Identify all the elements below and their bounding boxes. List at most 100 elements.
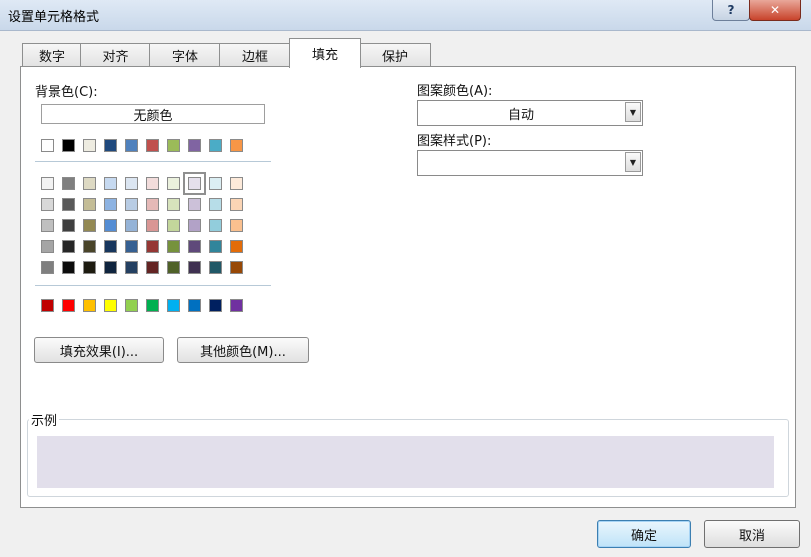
color-swatch[interactable] xyxy=(167,139,180,152)
color-swatch[interactable] xyxy=(125,198,138,211)
swatch-row xyxy=(41,261,251,274)
color-swatch[interactable] xyxy=(188,139,201,152)
help-icon: ? xyxy=(727,3,735,17)
color-swatch[interactable] xyxy=(41,219,54,232)
color-swatch[interactable] xyxy=(41,139,54,152)
color-swatch[interactable] xyxy=(41,299,54,312)
color-swatch[interactable] xyxy=(209,299,222,312)
color-swatch[interactable] xyxy=(146,261,159,274)
color-swatch[interactable] xyxy=(146,240,159,253)
pattern-color-select[interactable]: 自动 ▼ xyxy=(417,100,643,126)
close-icon: ✕ xyxy=(769,3,781,17)
fill-panel: 背景色(C): 无颜色 填充效果(I)... 其他颜色(M)... 图案颜色(A… xyxy=(20,66,796,508)
color-swatch[interactable] xyxy=(83,299,96,312)
pattern-style-select[interactable]: ▼ xyxy=(417,150,643,176)
color-swatch[interactable] xyxy=(167,219,180,232)
swatch-row xyxy=(41,219,251,232)
color-swatch[interactable] xyxy=(62,299,75,312)
color-swatch[interactable] xyxy=(104,240,117,253)
color-swatch[interactable] xyxy=(83,261,96,274)
color-swatch[interactable] xyxy=(104,299,117,312)
color-swatch[interactable] xyxy=(125,139,138,152)
color-swatch[interactable] xyxy=(104,177,117,190)
color-swatch[interactable] xyxy=(188,240,201,253)
no-color-button[interactable]: 无颜色 xyxy=(41,104,265,124)
tab-border[interactable]: 边框 xyxy=(219,43,291,67)
help-button[interactable]: ? xyxy=(712,0,750,21)
color-swatch[interactable] xyxy=(146,177,159,190)
color-swatch[interactable] xyxy=(209,177,222,190)
color-swatch[interactable] xyxy=(41,177,54,190)
color-swatch[interactable] xyxy=(230,261,243,274)
color-swatch[interactable] xyxy=(41,240,54,253)
tab-number[interactable]: 数字 xyxy=(22,43,82,67)
color-swatch[interactable] xyxy=(209,139,222,152)
color-swatch[interactable] xyxy=(104,139,117,152)
chevron-down-icon[interactable]: ▼ xyxy=(625,152,641,172)
color-swatch[interactable] xyxy=(104,261,117,274)
color-swatch[interactable] xyxy=(188,219,201,232)
color-swatch[interactable] xyxy=(104,198,117,211)
tab-alignment[interactable]: 对齐 xyxy=(80,43,151,67)
color-swatch[interactable] xyxy=(146,219,159,232)
color-swatch[interactable] xyxy=(230,219,243,232)
color-swatch[interactable] xyxy=(41,198,54,211)
color-swatch[interactable] xyxy=(167,198,180,211)
more-colors-button[interactable]: 其他颜色(M)... xyxy=(177,337,309,363)
color-swatch[interactable] xyxy=(209,240,222,253)
swatch-row xyxy=(41,299,251,312)
color-swatch[interactable] xyxy=(62,177,75,190)
tab-fill[interactable]: 填充 xyxy=(289,38,361,68)
color-swatch[interactable] xyxy=(146,198,159,211)
color-swatch[interactable] xyxy=(62,261,75,274)
color-swatch[interactable] xyxy=(41,261,54,274)
color-swatch[interactable] xyxy=(146,299,159,312)
color-swatch[interactable] xyxy=(209,198,222,211)
color-swatch[interactable] xyxy=(62,198,75,211)
background-color-label: 背景色(C): xyxy=(35,85,98,100)
theme-shades-grid xyxy=(41,172,251,282)
color-swatch[interactable] xyxy=(62,240,75,253)
color-swatch[interactable] xyxy=(209,219,222,232)
color-swatch[interactable] xyxy=(183,172,206,195)
color-swatch[interactable] xyxy=(167,261,180,274)
color-swatch[interactable] xyxy=(83,219,96,232)
color-swatch[interactable] xyxy=(146,139,159,152)
color-swatch[interactable] xyxy=(62,219,75,232)
pattern-color-label: 图案颜色(A): xyxy=(417,84,493,99)
color-swatch[interactable] xyxy=(62,139,75,152)
swatch-row xyxy=(41,139,251,152)
palette-divider xyxy=(35,285,271,286)
color-swatch[interactable] xyxy=(188,198,201,211)
close-button[interactable]: ✕ xyxy=(749,0,801,21)
color-swatch[interactable] xyxy=(83,139,96,152)
color-swatch[interactable] xyxy=(188,261,201,274)
color-swatch[interactable] xyxy=(167,177,180,190)
color-swatch[interactable] xyxy=(167,240,180,253)
color-swatch[interactable] xyxy=(83,198,96,211)
color-swatch[interactable] xyxy=(125,240,138,253)
fill-effects-button[interactable]: 填充效果(I)... xyxy=(34,337,164,363)
color-swatch[interactable] xyxy=(209,261,222,274)
color-swatch[interactable] xyxy=(167,299,180,312)
color-swatch[interactable] xyxy=(230,139,243,152)
chevron-down-icon[interactable]: ▼ xyxy=(625,102,641,122)
color-swatch[interactable] xyxy=(104,219,117,232)
pattern-color-value: 自动 xyxy=(507,108,534,123)
color-swatch[interactable] xyxy=(188,299,201,312)
color-swatch[interactable] xyxy=(230,198,243,211)
color-swatch[interactable] xyxy=(125,261,138,274)
ok-button[interactable]: 确定 xyxy=(597,520,691,548)
tab-font[interactable]: 字体 xyxy=(149,43,221,67)
palette-divider xyxy=(35,161,271,162)
color-swatch[interactable] xyxy=(230,299,243,312)
color-swatch[interactable] xyxy=(83,240,96,253)
color-swatch[interactable] xyxy=(125,299,138,312)
color-swatch[interactable] xyxy=(230,177,243,190)
tab-protection[interactable]: 保护 xyxy=(359,43,431,67)
color-swatch[interactable] xyxy=(230,240,243,253)
color-swatch[interactable] xyxy=(125,219,138,232)
color-swatch[interactable] xyxy=(83,177,96,190)
cancel-button[interactable]: 取消 xyxy=(704,520,800,548)
color-swatch[interactable] xyxy=(125,177,138,190)
